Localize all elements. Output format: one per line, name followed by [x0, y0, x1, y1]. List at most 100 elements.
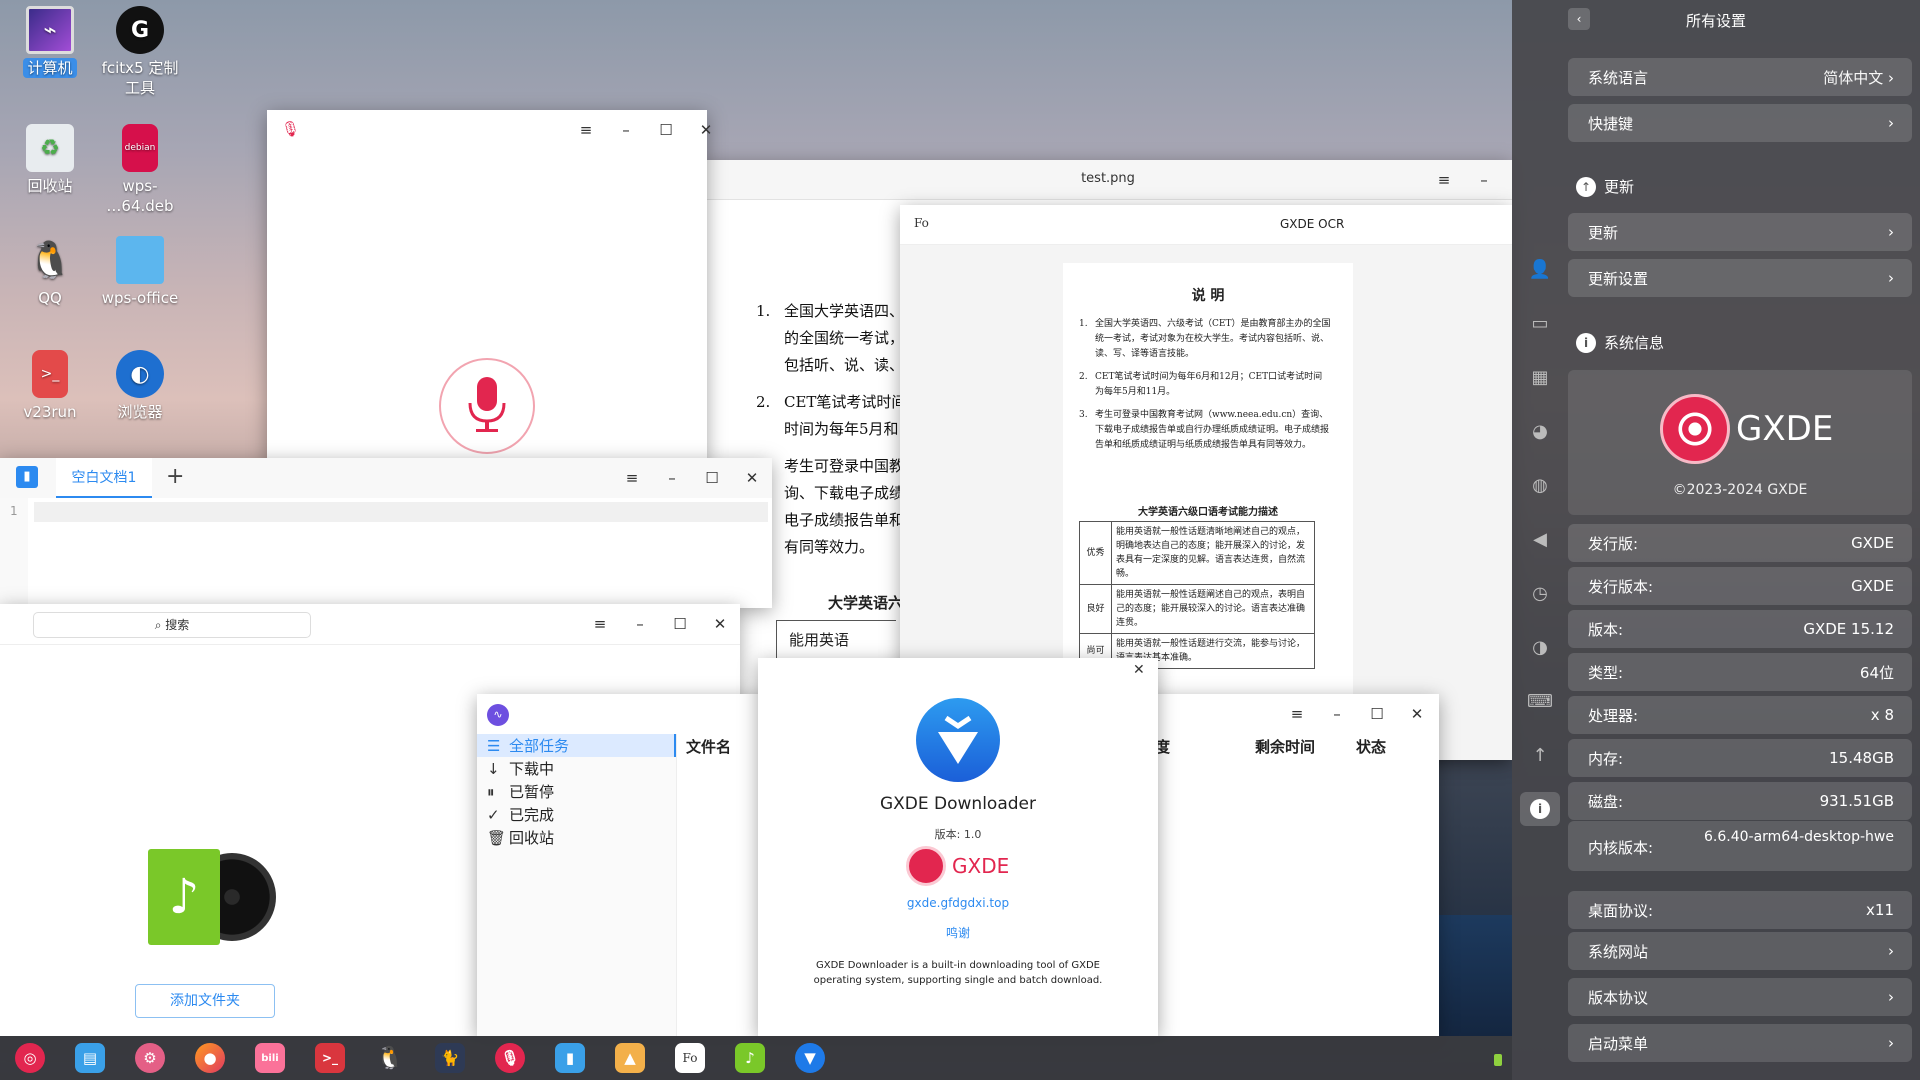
sysinfo-side-item[interactable]: i — [1520, 792, 1560, 826]
taskbar-ocr[interactable]: Fo — [660, 1036, 720, 1080]
row-label: 快捷键 — [1588, 114, 1634, 133]
desktop-icon-computer[interactable]: ⌁ 计算机 — [2, 6, 98, 78]
shortcuts-row[interactable]: 快捷键 › — [1568, 104, 1912, 142]
add-folder-button[interactable]: 添加文件夹 — [135, 984, 275, 1018]
boot-menu-row[interactable]: 启动菜单 › — [1568, 1024, 1912, 1062]
search-input[interactable]: ⌕ 搜索 — [33, 612, 311, 638]
taskbar-firefox[interactable]: ● — [180, 1036, 240, 1080]
personalization-icon[interactable]: ◕ — [1526, 418, 1554, 446]
desktop-icon-trash[interactable]: ♻ 回收站 — [2, 124, 98, 196]
desktop-icon-label: 回收站 — [27, 177, 73, 195]
taskbar-qq[interactable]: 🐧 — [360, 1036, 420, 1080]
update-row[interactable]: 更新 › — [1568, 213, 1912, 251]
minimize-button[interactable]: – — [606, 120, 646, 140]
info-icon: i — [1576, 332, 1596, 353]
sysinfo-row: 内存: 15.48GB — [1568, 739, 1912, 777]
taskbar-music[interactable]: ♪ — [720, 1036, 780, 1080]
calendar-icon[interactable]: ▦ — [1526, 364, 1554, 392]
menu-button[interactable]: ≡ — [1277, 704, 1317, 724]
search-icon: ⌕ — [154, 618, 162, 632]
minimize-button[interactable]: – — [1317, 704, 1357, 724]
nav-paused[interactable]: ⏸ 已暂停 — [477, 780, 676, 803]
acknowledgements-link[interactable]: 鸣谢 — [758, 924, 1158, 941]
col-status[interactable]: 状态 — [1356, 736, 1386, 757]
maximize-button[interactable]: ☐ — [1357, 704, 1397, 724]
ability-table: 优秀 能用英语就一般性话题清晰地阐述自己的观点，明确地表达自己的态度；能开展深入的… — [1079, 521, 1315, 669]
taskbar-settings[interactable]: ⚙ — [120, 1036, 180, 1080]
keyboard-icon[interactable]: ⌨ — [1526, 688, 1554, 716]
taskbar-launcher[interactable]: ◎ — [0, 1036, 60, 1080]
website-row[interactable]: 系统网站 › — [1568, 932, 1912, 970]
text-line: CET笔试考试时间 — [784, 393, 907, 411]
close-button[interactable]: ✕ — [700, 614, 740, 634]
network-icon[interactable]: ◍ — [1526, 472, 1554, 500]
add-tab-button[interactable]: + — [166, 464, 184, 489]
taskbar-downloader[interactable]: ▼ — [780, 1036, 840, 1080]
minimize-button[interactable]: – — [1464, 170, 1504, 190]
row-value: GXDE 15.12 — [1803, 620, 1894, 638]
menu-button[interactable]: ≡ — [612, 468, 652, 488]
taskbar-image-viewer[interactable]: ▲ — [600, 1036, 660, 1080]
nav-completed[interactable]: ✓ 已完成 — [477, 803, 676, 826]
desktop-icon-qq[interactable]: 🐧 QQ — [2, 236, 98, 308]
taskbar-editor[interactable]: ▮ — [540, 1036, 600, 1080]
tray-indicator-icon[interactable] — [1494, 1054, 1502, 1066]
col-remaining[interactable]: 剩余时间 — [1255, 736, 1315, 757]
nav-label: 下载中 — [509, 760, 555, 778]
text-line: 包括听、说、读、 — [784, 356, 905, 374]
item-text: 全国大学英语四、六级考试（CET）是由教育部主办的全国统一考试，考试对象为在校大… — [1095, 319, 1331, 359]
nav-all-tasks[interactable]: ☰ 全部任务 — [477, 734, 676, 757]
minimize-button[interactable]: – — [620, 614, 660, 634]
close-button[interactable]: ✕ — [686, 120, 726, 140]
power-icon[interactable]: ◑ — [1526, 634, 1554, 662]
editor-text-area[interactable] — [34, 502, 768, 522]
menu-button[interactable]: ≡ — [1424, 170, 1464, 190]
downloader-app-icon: ∿ — [487, 704, 509, 726]
computer-icon: ⌁ — [26, 6, 74, 54]
downloader-icon: ▼ — [795, 1043, 825, 1073]
account-icon[interactable]: 👤 — [1526, 256, 1554, 284]
gear-icon: ⚙ — [135, 1043, 165, 1073]
clock-icon[interactable]: ◷ — [1526, 580, 1554, 608]
desktop-icon-wps-deb[interactable]: debian wps- …64.deb — [92, 124, 188, 216]
update-settings-row[interactable]: 更新设置 › — [1568, 259, 1912, 297]
minimize-button[interactable]: – — [652, 468, 692, 488]
para-num: 2. — [756, 393, 771, 411]
desktop-icon-wps-office[interactable]: wps-office — [92, 236, 188, 308]
menu-button[interactable]: ≡ — [566, 120, 606, 140]
desktop-icon-v23run[interactable]: >_ v23run — [2, 350, 98, 422]
taskbar-app-cat[interactable]: 🐈 — [420, 1036, 480, 1080]
license-row[interactable]: 版本协议 › — [1568, 978, 1912, 1016]
close-button[interactable]: ✕ — [732, 468, 772, 488]
update-side-icon[interactable]: ↑ — [1526, 742, 1554, 770]
close-button[interactable]: ✕ — [1397, 704, 1437, 724]
display-icon[interactable]: ▭ — [1526, 310, 1554, 338]
desktop-icon-browser[interactable]: ◐ 浏览器 — [92, 350, 188, 422]
line-gutter: 1 — [0, 498, 28, 608]
taskbar-file-manager[interactable]: ▤ — [60, 1036, 120, 1080]
col-filename[interactable]: 文件名 — [686, 736, 731, 757]
maximize-button[interactable]: ☐ — [646, 120, 686, 140]
close-button[interactable]: ✕ — [1133, 662, 1145, 678]
terminal-icon: >_ — [315, 1043, 345, 1073]
desktop-icon-fcitx5[interactable]: G fcitx5 定制 工具 — [92, 6, 188, 98]
taskbar-bilibili[interactable]: bili — [240, 1036, 300, 1080]
sound-icon[interactable]: ◀ — [1526, 526, 1554, 554]
language-row[interactable]: 系统语言 简体中文 › — [1568, 58, 1912, 96]
record-button[interactable] — [439, 358, 535, 454]
nav-trash[interactable]: 🗑 回收站 — [477, 826, 676, 849]
chevron-right-icon: › — [1888, 942, 1894, 960]
maximize-button[interactable]: ☐ — [692, 468, 732, 488]
copyright: ©2023-2024 GXDE — [1672, 482, 1808, 498]
taskbar-terminal[interactable]: >_ — [300, 1036, 360, 1080]
pause-icon: ⏸ — [487, 782, 495, 801]
website-link[interactable]: gxde.gfdgdxi.top — [758, 896, 1158, 910]
item-num: 1. — [1079, 319, 1088, 329]
tab-document[interactable]: 空白文档1 — [56, 458, 152, 498]
taskbar-recorder[interactable]: 🎙 — [480, 1036, 540, 1080]
desktop-icon-label: wps- …64.deb — [106, 177, 174, 215]
section-label: 更新 — [1604, 178, 1635, 196]
menu-button[interactable]: ≡ — [580, 614, 620, 634]
nav-downloading[interactable]: ↓ 下载中 — [477, 757, 676, 780]
maximize-button[interactable]: ☐ — [660, 614, 700, 634]
